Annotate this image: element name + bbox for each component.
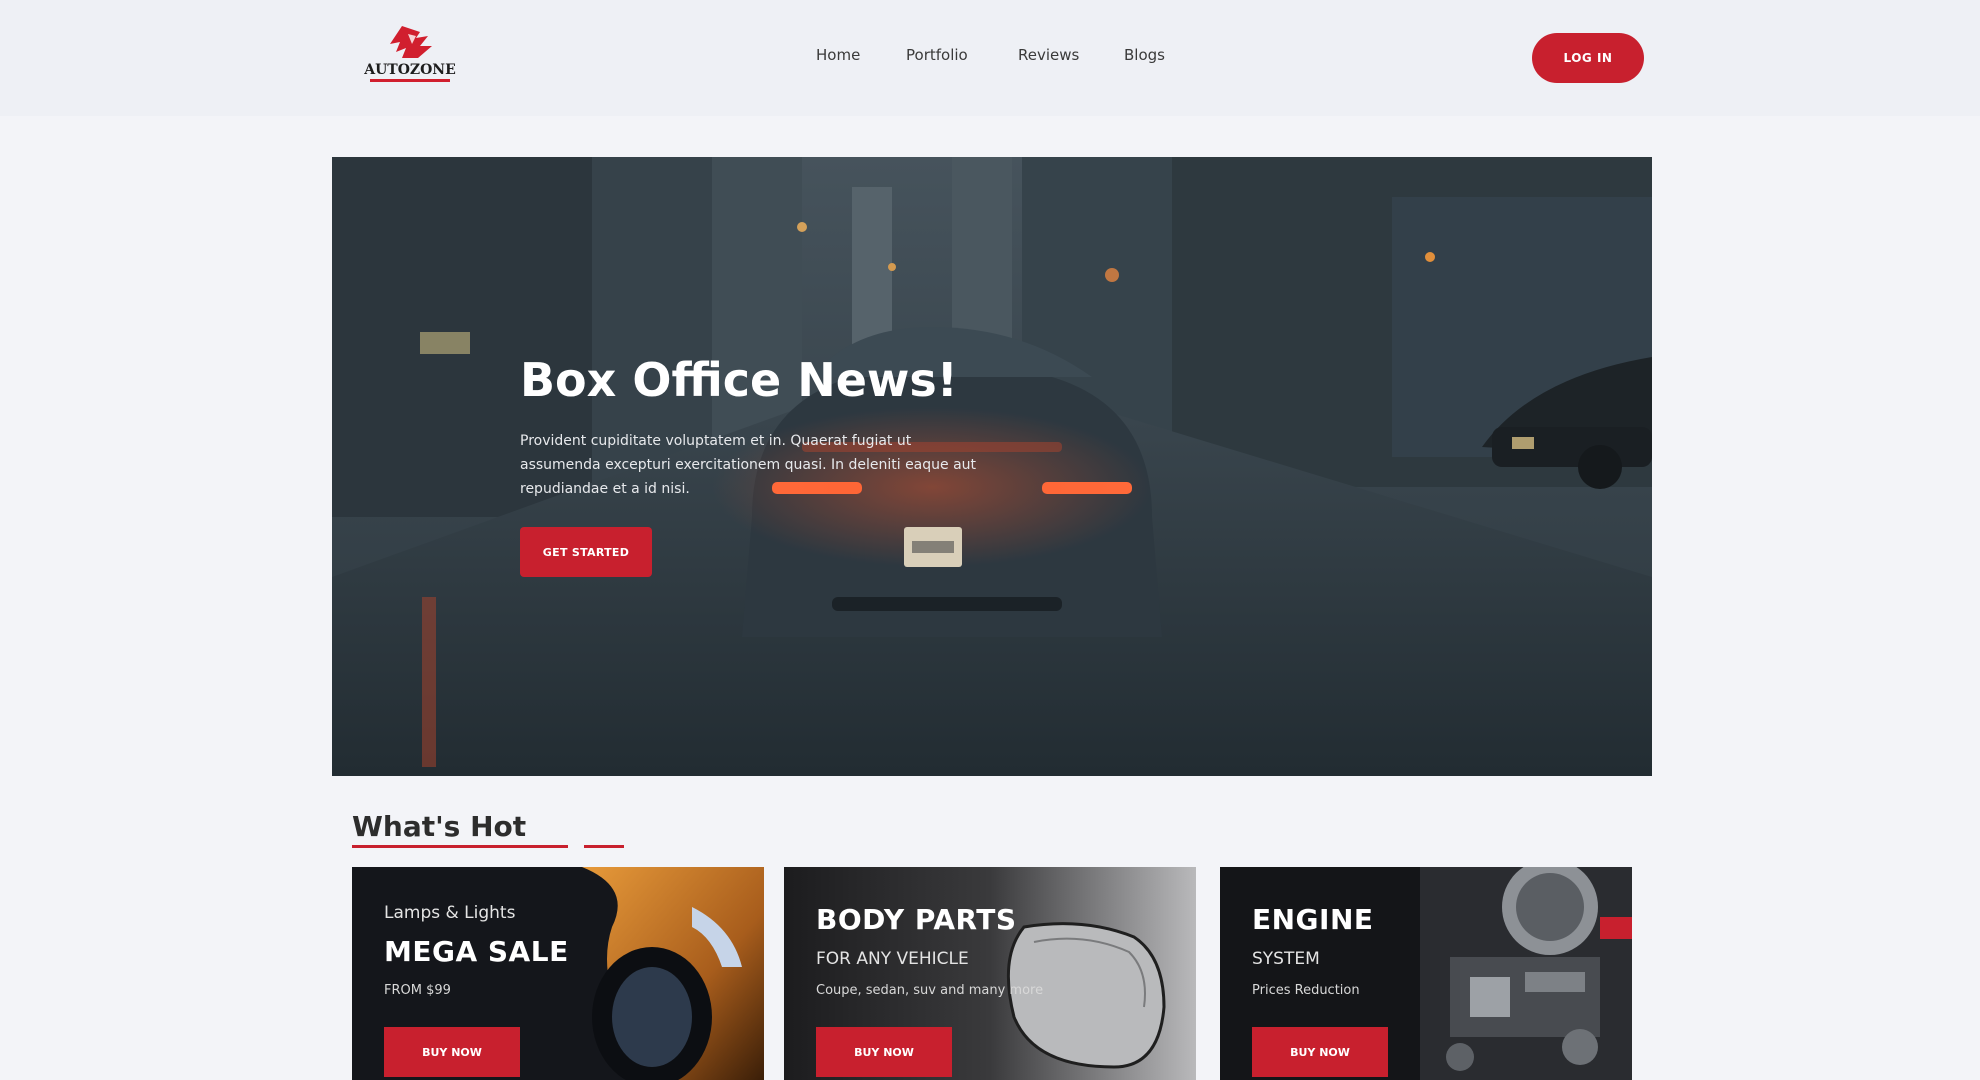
card-kicker: SYSTEM — [1252, 949, 1320, 969]
buy-now-button[interactable]: BUY NOW — [384, 1027, 520, 1077]
card-kicker: FOR ANY VEHICLE — [816, 949, 969, 969]
site-header: AUTOZONE Home Portfolio Reviews Blogs LO… — [0, 0, 1980, 116]
buy-now-button[interactable]: BUY NOW — [1252, 1027, 1388, 1077]
promo-card-engine[interactable]: ENGINE SYSTEM Prices Reduction BUY NOW — [1220, 867, 1632, 1080]
title-underline — [352, 845, 568, 848]
nav-portfolio-link[interactable]: Portfolio — [906, 46, 968, 64]
nav-reviews-link[interactable]: Reviews — [1018, 46, 1079, 64]
title-underline-accent — [584, 845, 624, 848]
card-heading: BODY PARTS — [816, 903, 1017, 936]
autozone-logo[interactable]: AUTOZONE — [362, 22, 458, 92]
card-heading: ENGINE — [1252, 903, 1374, 936]
card-note: Prices Reduction — [1252, 983, 1360, 998]
promo-card-lamps[interactable]: Lamps & Lights MEGA SALE FROM $99 BUY NO… — [352, 867, 764, 1080]
card-note: FROM $99 — [384, 983, 451, 998]
section-title: What's Hot — [352, 810, 527, 843]
promo-card-body-parts[interactable]: BODY PARTS FOR ANY VEHICLE Coupe, sedan,… — [784, 867, 1196, 1080]
get-started-button[interactable]: GET STARTED — [520, 527, 652, 577]
nav-blogs-link[interactable]: Blogs — [1124, 46, 1165, 64]
hero-banner: Box Office News! Provident cupiditate vo… — [332, 157, 1652, 776]
card-note: Coupe, sedan, suv and many more — [816, 983, 1044, 998]
nav-home-link[interactable]: Home — [816, 46, 860, 64]
logo-icon: AUTOZONE — [363, 26, 456, 82]
card-heading: MEGA SALE — [384, 935, 569, 968]
buy-now-button[interactable]: BUY NOW — [816, 1027, 952, 1077]
svg-text:AUTOZONE: AUTOZONE — [363, 62, 456, 78]
card-kicker: Lamps & Lights — [384, 903, 516, 923]
hero-title: Box Office News! — [520, 353, 958, 407]
hero-description: Provident cupiditate voluptatem et in. Q… — [520, 433, 977, 497]
login-button[interactable]: LOG IN — [1532, 33, 1644, 83]
